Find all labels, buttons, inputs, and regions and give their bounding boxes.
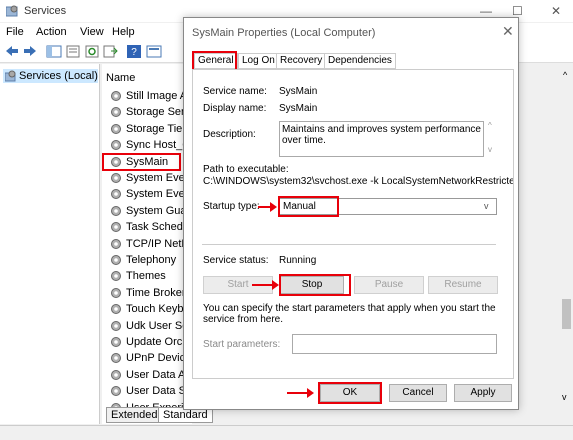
- description-label: Description:: [203, 129, 256, 140]
- menu-help[interactable]: Help: [112, 26, 135, 38]
- close-button[interactable]: ✕: [551, 4, 561, 18]
- properties-icon[interactable]: [65, 44, 81, 59]
- service-gear-icon: [111, 91, 121, 101]
- arrow-to-stop: [252, 280, 279, 290]
- service-name: Telephony: [126, 254, 177, 266]
- maximize-button[interactable]: ☐: [512, 4, 523, 18]
- service-gear-icon: [111, 320, 121, 331]
- service-gear-icon: [111, 255, 121, 265]
- service-gear-icon: [111, 140, 121, 151]
- service-gear-icon: [111, 189, 121, 200]
- service-gear-icon: [111, 287, 121, 298]
- console-tree: Services (Local): [0, 64, 100, 424]
- dialog-close-button[interactable]: ✕: [502, 23, 514, 40]
- properties-dialog: SysMain Properties (Local Computer) ✕ Ge…: [183, 17, 519, 410]
- help-icon[interactable]: ?: [126, 44, 142, 59]
- tab-log-on[interactable]: Log On: [238, 53, 279, 69]
- menu-view[interactable]: View: [80, 26, 104, 38]
- services-gear-icon: [5, 70, 16, 82]
- scroll-up-icon[interactable]: ^: [563, 70, 567, 80]
- service-gear-icon: [111, 271, 121, 282]
- service-gear-icon: [111, 238, 121, 249]
- scroll-up-icon[interactable]: ^: [488, 121, 492, 130]
- resume-button[interactable]: Resume: [428, 276, 498, 294]
- service-gear-icon: [111, 123, 121, 134]
- services-list: Name Still Image Acq Storage Servic Storag…: [102, 64, 195, 424]
- display-name-value: SysMain: [279, 103, 318, 114]
- service-gear-icon: [111, 222, 121, 233]
- services-gear-icon: [6, 5, 18, 17]
- start-params-hint: You can specify the start parameters tha…: [203, 303, 496, 325]
- tab-dependencies[interactable]: Dependencies: [324, 53, 396, 69]
- cancel-button[interactable]: Cancel: [389, 384, 447, 402]
- tree-item-services-local[interactable]: Services (Local): [3, 69, 98, 83]
- pause-button[interactable]: Pause: [354, 276, 424, 294]
- service-gear-icon: [111, 386, 121, 397]
- path-label: Path to executable:: [203, 164, 289, 175]
- list-scrollbar[interactable]: ^ v: [560, 64, 573, 407]
- view-icon[interactable]: [146, 44, 162, 59]
- column-header-name[interactable]: Name: [106, 72, 135, 84]
- highlight-startup-type: [278, 196, 339, 217]
- apply-button[interactable]: Apply: [454, 384, 512, 402]
- path-value: C:\WINDOWS\system32\svchost.exe -k Local…: [203, 176, 513, 187]
- separator: [202, 244, 496, 245]
- svg-text:?: ?: [131, 47, 137, 58]
- arrow-to-startup: [258, 202, 277, 212]
- tab-extended[interactable]: Extended: [106, 407, 163, 423]
- startup-type-label: Startup type:: [203, 201, 260, 212]
- scrollbar-thumb[interactable]: [562, 299, 571, 329]
- tree-item-label: Services (Local): [19, 70, 98, 82]
- start-parameters-label: Start parameters:: [203, 339, 281, 350]
- description-scrollbar[interactable]: ^ v: [486, 121, 496, 157]
- service-gear-icon: [111, 353, 121, 364]
- service-gear-icon: [111, 173, 121, 183]
- forward-arrow-icon[interactable]: [22, 44, 38, 59]
- service-gear-icon: [111, 205, 121, 216]
- start-parameters-input[interactable]: [292, 334, 497, 354]
- service-name: Time Broker: [126, 286, 186, 299]
- back-arrow-icon[interactable]: [4, 44, 20, 59]
- scroll-down-icon[interactable]: v: [488, 145, 492, 154]
- chevron-down-icon: v: [484, 201, 489, 211]
- service-gear-icon: [111, 304, 121, 315]
- service-status-label: Service status:: [203, 255, 269, 266]
- display-name-label: Display name:: [203, 103, 267, 114]
- general-tab-panel: [192, 69, 514, 379]
- service-gear-icon: [111, 107, 121, 118]
- refresh-icon[interactable]: [84, 44, 100, 59]
- tab-recovery[interactable]: Recovery: [276, 53, 327, 69]
- highlight-general-tab: [192, 51, 237, 71]
- service-name-value: SysMain: [279, 86, 318, 97]
- service-status-value: Running: [279, 255, 317, 266]
- minimize-button[interactable]: —: [480, 4, 492, 18]
- service-gear-icon: [111, 337, 121, 347]
- highlight-sysmain-row: [102, 152, 181, 171]
- highlight-ok-button: [318, 382, 382, 404]
- show-console-tree-icon[interactable]: [46, 44, 62, 59]
- status-bar: [0, 425, 573, 440]
- service-gear-icon: [111, 369, 121, 380]
- scroll-down-icon[interactable]: v: [562, 392, 567, 402]
- menu-file[interactable]: File: [6, 26, 24, 38]
- dialog-title: SysMain Properties (Local Computer): [192, 27, 376, 39]
- service-name: Themes: [126, 270, 166, 283]
- window-title: Services: [24, 5, 67, 17]
- arrow-to-ok: [287, 388, 314, 398]
- description-text: Maintains and improves system performanc…: [279, 121, 484, 157]
- menu-action[interactable]: Action: [36, 26, 67, 38]
- export-list-icon[interactable]: [102, 44, 118, 59]
- service-name-label: Service name:: [203, 86, 267, 97]
- highlight-stop-button: [279, 274, 351, 296]
